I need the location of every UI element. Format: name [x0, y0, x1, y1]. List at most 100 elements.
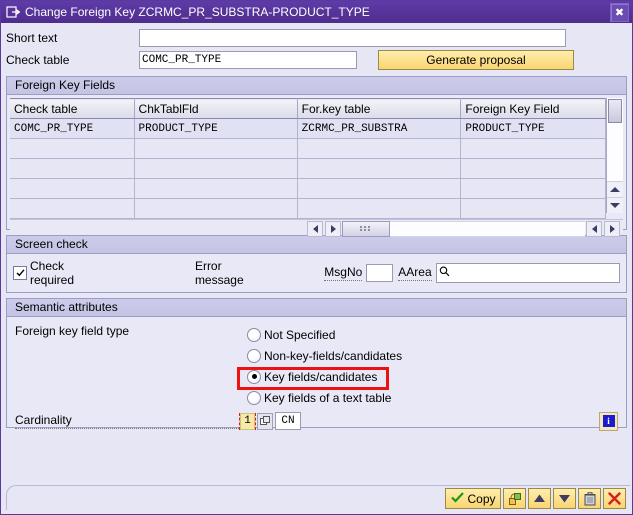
hscroll-page-left-arrow-icon[interactable] [586, 221, 602, 237]
aarea-input[interactable] [451, 266, 620, 280]
check-table-label: Check table [6, 53, 70, 67]
grip-icon [360, 226, 370, 231]
radio-label: Not Specified [264, 327, 336, 342]
scroll-down-button[interactable] [553, 488, 576, 509]
scroll-down-arrow-icon[interactable] [607, 197, 623, 213]
radio-icon[interactable] [247, 348, 261, 363]
copy-button[interactable]: Copy [445, 488, 501, 509]
cell-check-table[interactable] [10, 198, 135, 219]
table-row[interactable] [10, 178, 606, 199]
table-row[interactable] [10, 198, 606, 219]
cell-check-table[interactable] [10, 178, 135, 199]
check-table-row: Check table Generate proposal [6, 49, 627, 71]
short-text-label: Short text [6, 31, 58, 45]
arrow-down-icon [559, 495, 570, 503]
radio-icon-selected[interactable] [247, 369, 261, 384]
cardinality-row: Cardinality 1 CN i [7, 408, 626, 431]
cell-chktablfld[interactable] [134, 178, 298, 199]
error-message-label: Error message [194, 259, 244, 287]
vertical-scrollbar-thumb[interactable] [608, 99, 622, 123]
delete-button[interactable] [578, 488, 601, 509]
change-foreign-key-dialog: Change Foreign Key ZCRMC_PR_SUBSTRA-PROD… [0, 0, 633, 515]
horizontal-scrollbar-thumb[interactable] [342, 221, 390, 237]
cell-foreign-key-field[interactable] [460, 138, 606, 159]
info-icon[interactable]: i [599, 411, 618, 431]
table-row[interactable] [10, 158, 606, 179]
check-required-checkbox[interactable] [13, 266, 27, 280]
cell-forkey-table[interactable] [297, 178, 462, 199]
short-text-row: Short text [6, 27, 627, 49]
radio-key-fields-candidates[interactable]: Key fields/candidates [247, 366, 626, 387]
cardinality-right-input[interactable]: CN [275, 412, 301, 430]
semantic-attributes-group: Semantic attributes Foreign key field ty… [6, 298, 627, 431]
scroll-up-button[interactable] [528, 488, 551, 509]
window-title: Change Foreign Key ZCRMC_PR_SUBSTRA-PROD… [25, 5, 370, 19]
title-bar: Change Foreign Key ZCRMC_PR_SUBSTRA-PROD… [1, 1, 632, 23]
red-x-icon [608, 492, 621, 505]
radio-label: Non-key-fields/candidates [264, 348, 403, 363]
horizontal-scrollbar-track[interactable] [390, 221, 585, 237]
cell-foreign-key-field[interactable]: PRODUCT_TYPE [460, 118, 606, 139]
cell-chktablfld[interactable] [134, 158, 298, 179]
footer-toolbar: Copy [1, 482, 632, 514]
column-header-chktablfld[interactable]: ChkTablFld [134, 98, 298, 119]
copy-button-label: Copy [467, 491, 496, 506]
close-icon[interactable]: ✖ [610, 2, 629, 22]
cardinality-dropdown-icon[interactable] [257, 412, 273, 430]
cell-foreign-key-field[interactable] [460, 178, 606, 199]
cancel-button[interactable] [603, 488, 626, 509]
radio-non-key-fields-candidates[interactable]: Non-key-fields/candidates [247, 345, 626, 366]
cell-forkey-table[interactable] [297, 138, 462, 159]
radio-icon[interactable] [247, 327, 261, 342]
column-header-foreign-key-field[interactable]: Foreign Key Field [460, 98, 606, 119]
table-vertical-scrollbar[interactable] [606, 98, 623, 213]
aarea-input-wrap[interactable] [435, 263, 621, 283]
table-row[interactable] [10, 138, 606, 159]
check-table-input[interactable] [139, 51, 357, 69]
arrow-up-icon [534, 494, 545, 502]
cell-check-table[interactable]: COMC_PR_TYPE [10, 118, 135, 139]
copy-icon [508, 492, 521, 505]
cell-chktablfld[interactable]: PRODUCT_TYPE [134, 118, 298, 139]
foreign-key-table: Check table ChkTablFld For.key table For… [10, 98, 606, 219]
radio-key-fields-of-a-text-table[interactable]: Key fields of a text table [247, 387, 626, 408]
foreign-key-fields-title: Foreign Key Fields [7, 77, 626, 95]
copy-entry-button[interactable] [503, 488, 526, 509]
cell-forkey-table[interactable] [297, 198, 462, 219]
radio-label: Key fields of a text table [264, 390, 392, 405]
table-header-row: Check table ChkTablFld For.key table For… [10, 98, 606, 119]
cell-check-table[interactable] [10, 158, 135, 179]
cardinality-left-focus[interactable]: 1 [239, 412, 256, 430]
screen-check-group: Screen check Check required Error messag… [6, 235, 627, 293]
radio-not-specified[interactable]: Not Specified [247, 324, 626, 345]
green-check-icon [450, 491, 464, 506]
cell-forkey-table[interactable]: ZCRMC_PR_SUBSTRA [297, 118, 462, 139]
generate-proposal-button[interactable]: Generate proposal [378, 50, 574, 70]
column-header-check-table[interactable]: Check table [10, 98, 135, 119]
table-row[interactable]: COMC_PR_TYPE PRODUCT_TYPE ZCRMC_PR_SUBST… [10, 118, 606, 139]
short-text-input[interactable] [139, 29, 566, 47]
msgno-input[interactable] [366, 264, 394, 282]
cell-chktablfld[interactable] [134, 198, 298, 219]
hscroll-page-right-arrow-icon[interactable] [604, 221, 620, 237]
cardinality-left-input[interactable]: 1 [240, 412, 255, 430]
hscroll-right-arrow-icon[interactable] [325, 221, 341, 237]
cell-chktablfld[interactable] [134, 138, 298, 159]
scroll-up-arrow-icon[interactable] [607, 181, 623, 197]
trash-icon [584, 491, 595, 505]
cell-forkey-table[interactable] [297, 158, 462, 179]
vertical-scrollbar-track[interactable] [607, 124, 623, 181]
cell-check-table[interactable] [10, 138, 135, 159]
screen-check-title: Screen check [7, 236, 626, 254]
radio-label: Key fields/candidates [264, 369, 378, 384]
column-header-forkey-table[interactable]: For.key table [297, 98, 462, 119]
hscroll-left-arrow-icon[interactable] [307, 221, 323, 237]
foreign-key-table-wrap: Check table ChkTablFld For.key table For… [10, 98, 623, 219]
cell-foreign-key-field[interactable] [460, 158, 606, 179]
cell-foreign-key-field[interactable] [460, 198, 606, 219]
radio-icon[interactable] [247, 390, 261, 405]
msgno-label: MsgNo [324, 265, 363, 281]
cardinality-label: Cardinality [15, 413, 239, 429]
foreign-key-field-type-label: Foreign key field type [15, 324, 130, 338]
aarea-label: AArea [398, 265, 432, 281]
